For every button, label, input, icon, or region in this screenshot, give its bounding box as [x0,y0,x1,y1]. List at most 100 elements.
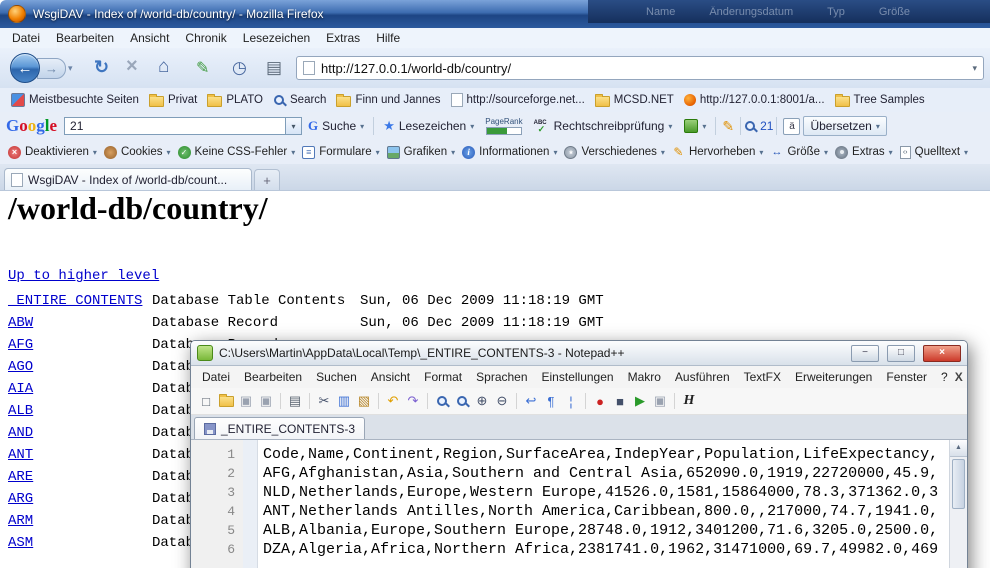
word-wrap-icon[interactable]: ↩ [522,392,540,410]
notepadpp-menu-item[interactable]: Einstellungen [535,368,621,386]
new-tab-button[interactable]: + [254,169,280,190]
file-link[interactable]: ALB [8,400,152,422]
bookmark-item[interactable]: Meistbesuchte Seiten [6,91,144,109]
webdev-item[interactable]: Formulare▾ [302,146,379,159]
record-macro-icon[interactable]: ● [591,392,609,410]
webdev-item[interactable]: Extras▾ [835,146,893,159]
notepadpp-menu-item[interactable]: Sprachen [469,368,534,386]
file-link[interactable]: AIA [8,378,152,400]
bookmark-item[interactable]: Search [268,92,331,109]
webdev-item[interactable]: Quelltext▾ [900,146,968,159]
undo-icon[interactable]: ↶ [384,392,402,410]
notepadpp-menu-item[interactable]: Ansicht [364,368,417,386]
history-dropdown-icon[interactable]: ▾ [68,63,73,74]
notepadpp-tab[interactable]: _ENTIRE_CONTENTS-3 [194,417,365,439]
back-button[interactable]: ← [10,53,40,83]
google-search-button[interactable]: G Suche ▾ [302,116,370,136]
save-icon[interactable]: ▣ [237,392,255,410]
menubar-item[interactable]: Hilfe [368,29,408,47]
file-link[interactable]: ABW [8,312,152,334]
stop-icon[interactable]: × [126,55,138,78]
notepadpp-menu-item[interactable]: ? [934,368,955,386]
bookmark-item[interactable]: MCSD.NET [590,92,679,109]
paste-icon[interactable]: ▧ [355,392,373,410]
minimize-button[interactable]: − [851,345,879,362]
spellcheck-button[interactable]: Rechtschreibprüfung ▾ [528,117,679,135]
notepadpp-titlebar[interactable]: C:\Users\Martin\AppData\Local\Temp\_ENTI… [191,341,967,366]
bookmark-item[interactable]: Tree Samples [830,92,930,109]
indent-guide-icon[interactable]: ¦ [562,392,580,410]
file-link[interactable]: AGO [8,356,152,378]
new-file-icon[interactable]: □ [197,392,215,410]
highlighter-icon[interactable]: ✎ [722,118,734,135]
stop-macro-icon[interactable]: ■ [611,392,629,410]
notepadpp-menu-item[interactable]: TextFX [737,368,788,386]
cut-icon[interactable]: ✂ [315,392,333,410]
notepadpp-menu-item[interactable]: Ausführen [668,368,737,386]
notepadpp-menu-item[interactable]: Bearbeiten [237,368,309,386]
copy-icon[interactable]: ▥ [335,392,353,410]
file-link[interactable]: ASM [8,532,152,554]
menubar-item[interactable]: Extras [318,29,368,47]
open-file-icon[interactable] [217,392,235,410]
file-link[interactable]: ANT [8,444,152,466]
quill-icon[interactable]: ✎ [196,58,209,78]
menubar-item[interactable]: Datei [4,29,48,47]
bookmark-item[interactable]: PLATO [202,92,268,109]
webdev-item[interactable]: Verschiedenes▾ [564,146,664,159]
url-bar[interactable]: http://127.0.0.1/world-db/country/ ▾ [296,56,984,80]
bookmark-item[interactable]: Finn und Jannes [331,92,445,109]
webdev-item[interactable]: Deaktivieren▾ [8,146,97,159]
close-button[interactable]: × [923,345,961,362]
google-search-value[interactable]: 21 [70,119,83,133]
function-h-icon[interactable]: H [680,392,698,410]
autofill-button[interactable]: ▾ [678,117,712,135]
home-icon[interactable]: ⌂ [158,56,169,78]
scroll-up-icon[interactable]: ▲ [950,440,967,457]
history-clock-icon[interactable]: ◷ [232,58,247,78]
file-link[interactable]: AND [8,422,152,444]
find-icon[interactable] [433,392,451,410]
menubar-item[interactable]: Chronik [177,29,234,47]
webdev-item[interactable]: Größe▾ [770,146,828,159]
webdev-item[interactable]: Informationen▾ [462,146,557,159]
file-link[interactable]: ARM [8,510,152,532]
close-document-x[interactable]: X [955,370,968,384]
tab-wsgidav[interactable]: WsgiDAV - Index of /world-db/count... [4,168,252,190]
editor-scrollbar[interactable]: ▲ [949,440,967,568]
bookmark-item[interactable]: http://sourceforge.net... [446,91,590,109]
search-count-button[interactable]: 21 [744,119,773,133]
up-link[interactable]: Up to higher level [8,268,159,284]
file-link[interactable]: _ENTIRE_CONTENTS [8,290,152,312]
notepadpp-menu-item[interactable]: Fenster [879,368,934,386]
replace-icon[interactable] [453,392,471,410]
notepadpp-menu-item[interactable]: Format [417,368,469,386]
webdev-item[interactable]: Grafiken▾ [387,146,455,159]
show-symbols-icon[interactable]: ¶ [542,392,560,410]
menubar-item[interactable]: Bearbeiten [48,29,122,47]
save-macro-icon[interactable]: ▣ [651,392,669,410]
menubar-item[interactable]: Ansicht [122,29,177,47]
google-search-input[interactable]: 21 [64,117,286,135]
notepadpp-menu-item[interactable]: Datei [195,368,237,386]
file-link[interactable]: ARG [8,488,152,510]
pagerank-indicator[interactable]: PageRank [485,117,522,135]
file-link[interactable]: ARE [8,466,152,488]
translate-button[interactable]: Übersetzen ▾ [803,116,886,136]
zoom-out-icon[interactable]: ⊖ [493,392,511,410]
google-search-dropdown[interactable]: ▾ [286,117,302,135]
print-icon[interactable]: ▤ [266,58,282,78]
bookmark-item[interactable]: Privat [144,92,202,109]
zoom-in-icon[interactable]: ⊕ [473,392,491,410]
translate-icon[interactable]: ä [783,118,800,135]
notepadpp-menu-item[interactable]: Makro [621,368,668,386]
google-bookmarks-button[interactable]: ★ Lesezeichen ▾ [377,116,480,136]
print-icon[interactable]: ▤ [286,392,304,410]
save-all-icon[interactable]: ▣ [257,392,275,410]
notepadpp-menu-item[interactable]: Suchen [309,368,364,386]
forward-button[interactable]: → [37,58,66,79]
play-macro-icon[interactable]: ▶ [631,392,649,410]
maximize-button[interactable]: □ [887,345,915,362]
url-dropdown-icon[interactable]: ▾ [972,63,977,74]
scroll-thumb[interactable] [952,459,965,509]
